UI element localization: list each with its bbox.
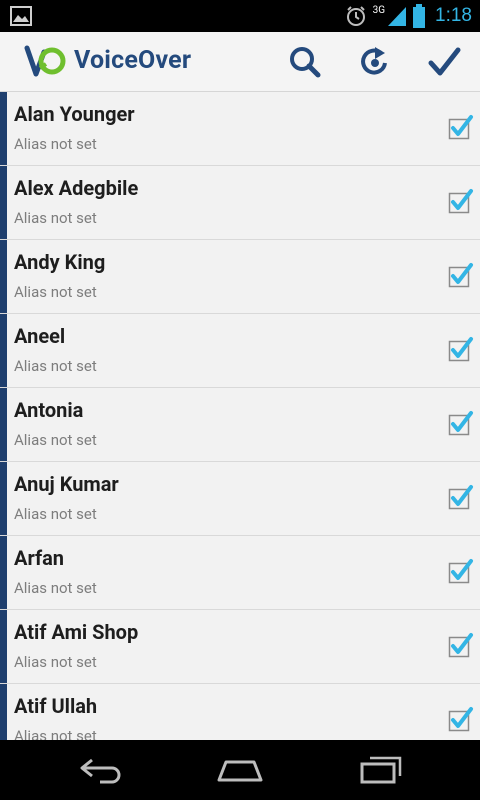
refresh-icon xyxy=(361,47,387,75)
search-button[interactable] xyxy=(285,42,325,82)
refresh-button[interactable] xyxy=(355,42,395,82)
list-item[interactable]: Alan Younger Alias not set xyxy=(0,92,480,166)
row-accent-bar xyxy=(0,166,7,239)
checkbox-checked-icon[interactable] xyxy=(448,632,474,658)
contact-name: Anuj Kumar xyxy=(14,472,119,496)
clock: 1:18 xyxy=(435,5,472,26)
recent-apps-icon[interactable] xyxy=(358,754,404,786)
list-item[interactable]: Aneel Alias not set xyxy=(0,314,480,388)
app-title: VoiceOver xyxy=(74,46,192,75)
contact-name: Atif Ami Shop xyxy=(14,620,139,644)
checkbox-checked-icon[interactable] xyxy=(448,558,474,584)
contact-alias: Alias not set xyxy=(14,727,97,740)
voiceover-logo-icon xyxy=(24,45,66,77)
contact-name: Andy King xyxy=(14,250,106,274)
battery-icon xyxy=(413,4,426,28)
list-item[interactable]: Arfan Alias not set xyxy=(0,536,480,610)
contact-name: Atif Ullah xyxy=(14,694,98,718)
checkbox-checked-icon[interactable] xyxy=(448,114,474,140)
checkbox-checked-icon[interactable] xyxy=(448,706,474,732)
home-icon[interactable] xyxy=(216,754,264,786)
contact-alias: Alias not set xyxy=(14,579,97,597)
contact-name: Alan Younger xyxy=(14,102,135,126)
checkbox-checked-icon[interactable] xyxy=(448,484,474,510)
row-accent-bar xyxy=(0,92,7,165)
contact-list[interactable]: Alan Younger Alias not set Alex Adegbile… xyxy=(0,92,480,740)
list-item[interactable]: Antonia Alias not set xyxy=(0,388,480,462)
list-item[interactable]: Atif Ullah Alias not set xyxy=(0,684,480,740)
search-icon xyxy=(290,47,321,78)
contact-alias: Alias not set xyxy=(14,209,97,227)
navigation-bar xyxy=(0,740,480,800)
row-accent-bar xyxy=(0,536,7,609)
contact-alias: Alias not set xyxy=(14,135,97,153)
row-accent-bar xyxy=(0,462,7,535)
checkbox-checked-icon[interactable] xyxy=(448,262,474,288)
list-item[interactable]: Atif Ami Shop Alias not set xyxy=(0,610,480,684)
row-accent-bar xyxy=(0,610,7,683)
checkbox-checked-icon[interactable] xyxy=(448,188,474,214)
confirm-button[interactable] xyxy=(424,42,464,82)
contact-name: Arfan xyxy=(14,546,65,570)
contact-name: Alex Adegbile xyxy=(14,176,139,200)
contact-name: Antonia xyxy=(14,398,84,422)
row-accent-bar xyxy=(0,314,7,387)
list-item[interactable]: Anuj Kumar Alias not set xyxy=(0,462,480,536)
confirm-check-icon xyxy=(428,47,461,76)
back-icon[interactable] xyxy=(78,754,124,786)
checkbox-checked-icon[interactable] xyxy=(448,410,474,436)
signal-icon xyxy=(388,7,407,26)
action-bar: VoiceOver xyxy=(0,32,480,92)
contact-alias: Alias not set xyxy=(14,653,97,671)
row-accent-bar xyxy=(0,388,7,461)
contact-alias: Alias not set xyxy=(14,431,97,449)
list-item[interactable]: Andy King Alias not set xyxy=(0,240,480,314)
contact-alias: Alias not set xyxy=(14,357,97,375)
image-notification-icon xyxy=(10,6,32,26)
row-accent-bar xyxy=(0,684,7,740)
alarm-icon xyxy=(346,6,365,26)
list-item[interactable]: Alex Adegbile Alias not set xyxy=(0,166,480,240)
network-type-label: 3G xyxy=(372,4,386,16)
contact-alias: Alias not set xyxy=(14,283,97,301)
checkbox-checked-icon[interactable] xyxy=(448,336,474,362)
contact-name: Aneel xyxy=(14,324,66,348)
row-accent-bar xyxy=(0,240,7,313)
contact-alias: Alias not set xyxy=(14,505,97,523)
status-bar: 3G 1:18 xyxy=(0,0,480,32)
